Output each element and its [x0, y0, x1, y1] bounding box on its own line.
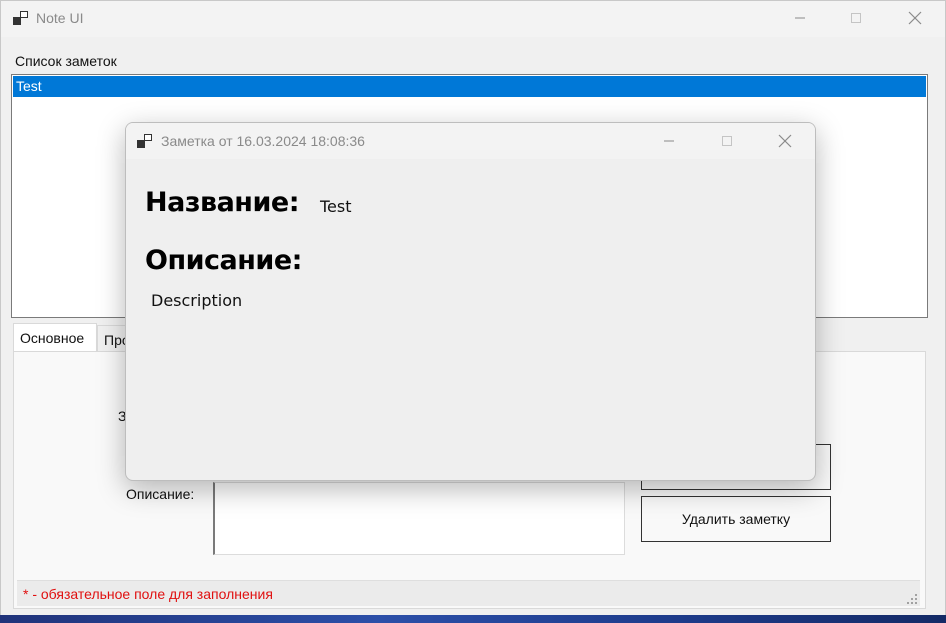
minimize-button[interactable]	[777, 1, 823, 35]
app-window-icon	[13, 11, 29, 25]
main-titlebar[interactable]: Note UI	[1, 1, 945, 37]
description-value: Description	[151, 291, 243, 310]
required-field-hint: * - обязательное поле для заполнения	[23, 586, 273, 602]
description-heading: Описание:	[145, 245, 302, 276]
close-icon	[908, 11, 922, 25]
dialog-title: Заметка от 16.03.2024 18:08:36	[161, 133, 365, 149]
window-title: Note UI	[36, 10, 84, 26]
list-item[interactable]: Test	[13, 76, 926, 97]
app-window-icon	[137, 134, 153, 148]
notes-list-label: Список заметок	[15, 53, 117, 69]
status-bar: * - обязательное поле для заполнения	[17, 580, 920, 606]
maximize-icon	[851, 13, 861, 23]
resize-grip-icon[interactable]	[906, 592, 918, 604]
note-dialog: Заметка от 16.03.2024 18:08:36 Название:…	[125, 122, 816, 481]
name-value: Test	[320, 197, 352, 216]
description-field-label: Описание:	[126, 486, 195, 502]
name-heading: Название:	[145, 187, 300, 218]
delete-note-button[interactable]: Удалить заметку	[641, 496, 831, 542]
minimize-icon	[664, 140, 674, 142]
tab-main[interactable]: Основное	[13, 323, 97, 353]
dialog-close-button[interactable]	[762, 123, 808, 159]
minimize-icon	[795, 17, 805, 19]
maximize-button[interactable]	[833, 1, 879, 35]
description-input[interactable]	[213, 482, 625, 555]
close-button[interactable]	[892, 1, 938, 35]
maximize-icon	[722, 136, 732, 146]
dialog-titlebar[interactable]: Заметка от 16.03.2024 18:08:36	[126, 123, 815, 159]
close-icon	[778, 134, 792, 148]
dialog-minimize-button[interactable]	[646, 123, 692, 159]
dialog-maximize-button[interactable]	[704, 123, 750, 159]
